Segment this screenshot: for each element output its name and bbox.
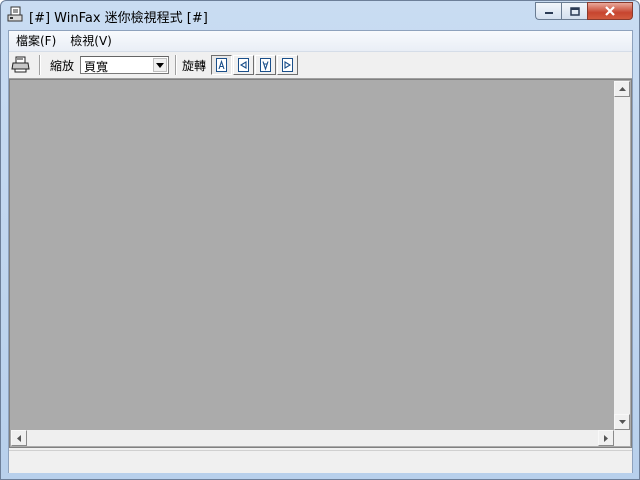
minimize-button[interactable]: [535, 2, 561, 20]
menu-file[interactable]: 檔案(F): [9, 31, 63, 51]
arrow-down-icon: [618, 420, 626, 424]
scroll-left-button[interactable]: [11, 430, 27, 446]
menu-bar: 檔案(F) 檢視(V): [9, 31, 632, 52]
rotate-label: 旋轉: [182, 59, 207, 73]
toolbar: 縮放 頁寬 旋轉: [9, 52, 632, 79]
fax-page-canvas[interactable]: [11, 81, 614, 430]
menu-view[interactable]: 檢視(V): [63, 31, 119, 51]
horizontal-scrollbar[interactable]: [11, 430, 614, 446]
main-window: [#] WinFax 迷你檢視程式 [#] 檔案(F) 檢視(V) 縮放 頁寬 …: [0, 0, 640, 480]
scrollbar-corner: [614, 430, 630, 446]
title-bar[interactable]: [#] WinFax 迷你檢視程式 [#]: [1, 1, 639, 29]
scroll-right-button[interactable]: [598, 430, 614, 446]
zoom-select[interactable]: 頁寬: [80, 56, 169, 74]
window-title: [#] WinFax 迷你檢視程式 [#]: [29, 11, 208, 26]
chevron-down-icon: [156, 62, 164, 68]
rotate-left-icon: [238, 58, 249, 72]
toolbar-separator: [175, 55, 177, 75]
zoom-dropdown-button[interactable]: [153, 58, 167, 72]
rotate-upright-icon: [216, 58, 227, 72]
window-controls: [535, 2, 633, 20]
minimize-icon: [544, 12, 553, 14]
document-viewport: [9, 79, 632, 448]
scroll-down-button[interactable]: [614, 414, 630, 430]
rotate-180-icon: [260, 58, 271, 72]
rotate-right-icon: [282, 58, 293, 72]
client-area: 檔案(F) 檢視(V) 縮放 頁寬 旋轉: [8, 30, 633, 473]
fax-viewer-app-icon: [7, 6, 23, 22]
close-icon: [605, 6, 615, 16]
arrow-left-icon: [17, 434, 21, 442]
rotate-180-button[interactable]: [255, 55, 276, 75]
maximize-icon: [569, 6, 580, 16]
arrow-up-icon: [618, 87, 626, 91]
scroll-up-button[interactable]: [614, 81, 630, 97]
rotate-left-button[interactable]: [233, 55, 254, 75]
close-button[interactable]: [587, 2, 633, 20]
arrow-right-icon: [604, 434, 608, 442]
vertical-scrollbar[interactable]: [614, 81, 630, 430]
maximize-button[interactable]: [561, 2, 587, 20]
rotate-right-button[interactable]: [277, 55, 298, 75]
status-bar: [9, 450, 632, 473]
print-button[interactable]: [11, 55, 31, 75]
zoom-label: 縮放: [50, 59, 75, 73]
toolbar-separator: [39, 55, 41, 75]
zoom-select-value: 頁寬: [84, 60, 109, 74]
printer-icon: [11, 56, 30, 73]
rotate-upright-button[interactable]: [211, 55, 232, 75]
